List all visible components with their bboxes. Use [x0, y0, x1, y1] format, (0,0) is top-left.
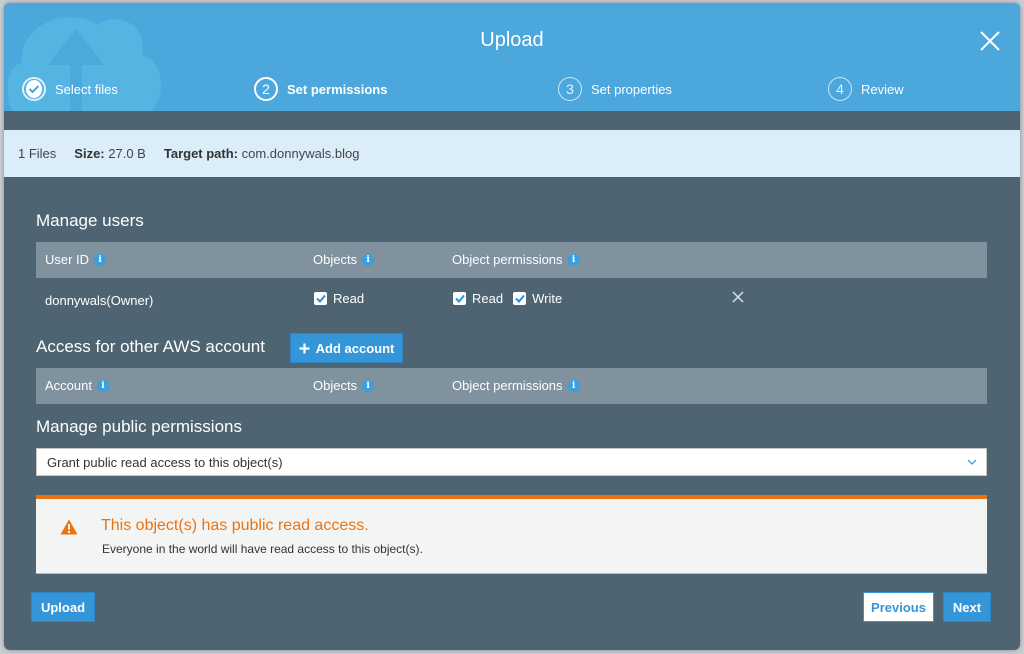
step-label: Review	[861, 81, 904, 97]
selected-option: Grant public read access to this object(…	[47, 454, 283, 470]
target-path-info: Target path: com.donnywals.blog	[164, 146, 360, 161]
previous-button[interactable]: Previous	[863, 592, 934, 622]
add-account-button[interactable]: Add account	[290, 333, 403, 363]
size-info: Size: 27.0 B	[74, 146, 146, 161]
next-button[interactable]: Next	[943, 592, 991, 622]
check-circle-icon	[22, 77, 46, 101]
column-object-permissions: Object permissions i	[452, 252, 580, 267]
size-value: 27.0 B	[108, 146, 146, 161]
step-label: Select files	[55, 81, 118, 97]
remove-user-icon[interactable]	[732, 291, 744, 303]
wizard-steps: Select files 2 Set permissions 3 Set pro…	[4, 77, 1020, 101]
dialog-header: Upload Select files 2 Set permissions 3 …	[4, 3, 1020, 111]
users-table-header: User ID i Objects i Object permissions i	[36, 242, 987, 278]
step-number: 2	[254, 77, 278, 101]
target-path-value: com.donnywals.blog	[241, 146, 360, 161]
step-number: 4	[828, 77, 852, 101]
file-count: 1 Files	[18, 146, 57, 161]
close-icon[interactable]	[978, 29, 1002, 53]
info-icon[interactable]: i	[567, 253, 580, 266]
info-icon[interactable]: i	[362, 379, 375, 392]
upload-summary-bar: 1 Files Size: 27.0 B Target path: com.do…	[4, 130, 1020, 177]
info-icon[interactable]: i	[567, 379, 580, 392]
column-account: Account i	[45, 378, 109, 393]
target-path-label: Target path:	[163, 146, 239, 161]
public-access-warning: This object(s) has public read access. E…	[36, 495, 987, 574]
plus-icon	[299, 343, 310, 353]
user-id: donnywals(Owner)	[45, 293, 154, 308]
objects-permissions: Read	[314, 291, 364, 306]
dialog-title: Upload	[480, 29, 544, 51]
step-review[interactable]: 4 Review	[828, 77, 904, 101]
step-set-properties[interactable]: 3 Set properties	[558, 77, 672, 101]
chevron-down-icon	[967, 459, 977, 465]
upload-dialog: Upload Select files 2 Set permissions 3 …	[4, 3, 1020, 650]
warning-icon	[60, 519, 78, 535]
public-permissions-title: Manage public permissions	[36, 417, 242, 436]
other-accounts-title: Access for other AWS account	[36, 337, 265, 356]
public-permissions-select[interactable]: Grant public read access to this object(…	[36, 448, 987, 476]
info-icon[interactable]: i	[362, 253, 375, 266]
warning-title: This object(s) has public read access.	[101, 517, 369, 534]
permissions-write-checkbox[interactable]	[513, 292, 527, 305]
accounts-table-header: Account i Objects i Object permissions i	[36, 368, 987, 404]
upload-button[interactable]: Upload	[31, 592, 95, 622]
table-row: donnywals(Owner) Read Read Write	[36, 281, 987, 317]
warning-body: Everyone in the world will have read acc…	[102, 542, 423, 556]
permissions-read-checkbox[interactable]	[453, 292, 466, 305]
step-label: Set permissions	[287, 81, 388, 97]
column-objects: Objects i	[313, 252, 375, 267]
checkbox-label: Write	[532, 291, 563, 306]
checkbox-label: Read	[333, 291, 365, 306]
column-user-id: User ID i	[45, 252, 107, 267]
step-set-permissions[interactable]: 2 Set permissions	[254, 77, 387, 101]
checkbox-label: Read	[472, 291, 504, 306]
objects-read-checkbox[interactable]	[314, 292, 327, 305]
column-object-permissions: Object permissions i	[452, 378, 580, 393]
info-icon[interactable]: i	[96, 379, 109, 392]
size-label: Size:	[74, 146, 105, 161]
column-objects: Objects i	[313, 378, 375, 393]
object-permissions: Read Write	[453, 291, 562, 306]
manage-users-title: Manage users	[36, 211, 144, 230]
step-label: Set properties	[591, 81, 672, 97]
step-number: 3	[558, 77, 582, 101]
info-icon[interactable]: i	[94, 253, 107, 266]
step-select-files[interactable]: Select files	[22, 77, 118, 101]
